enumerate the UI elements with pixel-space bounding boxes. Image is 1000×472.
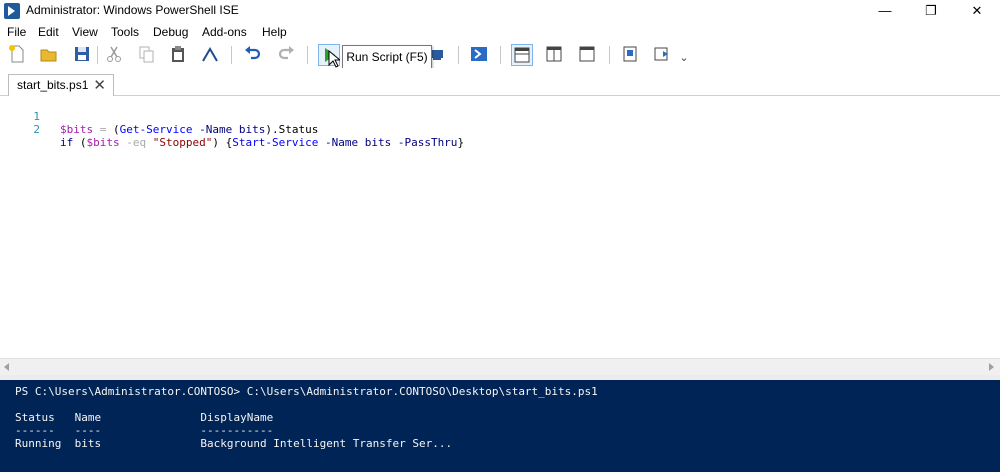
tab-label: start_bits.ps1 (17, 78, 89, 92)
paste-icon[interactable] (168, 44, 188, 64)
console-table-header: Status Name DisplayName (15, 411, 274, 424)
clear-console-icon[interactable] (200, 44, 220, 64)
show-script-pane-right-icon[interactable] (544, 44, 564, 64)
console-table-underline: ------ ---- ----------- (15, 424, 274, 437)
show-script-pane-max-icon[interactable] (577, 44, 597, 64)
toolbar: ⌄ (0, 42, 1000, 68)
toolbar-separator (609, 46, 610, 64)
code-token: ).Status (265, 123, 319, 136)
redo-icon[interactable] (276, 44, 296, 64)
title-bar: Administrator: Windows PowerShell ISE — … (0, 0, 1000, 22)
toolbar-separator (458, 46, 459, 64)
code-token: "Stopped" (152, 136, 213, 149)
code-token: -PassThru (397, 136, 458, 149)
toolbar-overflow-icon[interactable]: ⌄ (678, 44, 690, 64)
code-token: ) { (212, 136, 233, 149)
script-editor[interactable]: 1 $bits = (Get-Service -Name bits).Statu… (0, 96, 1000, 358)
tab-start-bits[interactable]: start_bits.ps1 ✕ (8, 74, 114, 96)
toolbar-separator (500, 46, 501, 64)
horizontal-scrollbar[interactable] (0, 358, 1000, 376)
menu-file[interactable]: File (7, 25, 26, 39)
close-window-button[interactable]: ✕ (954, 0, 1000, 22)
console-pane[interactable]: PS C:\Users\Administrator.CONTOSO> C:\Us… (0, 380, 1000, 472)
cut-icon[interactable] (104, 44, 124, 64)
show-command-window-icon[interactable] (620, 44, 640, 64)
show-script-pane-top-icon[interactable] (511, 44, 533, 66)
show-command-addon-icon[interactable] (652, 44, 672, 64)
code-text: $bits = (Get-Service -Name bits).Status (60, 123, 318, 136)
close-tab-icon[interactable]: ✕ (93, 76, 106, 94)
code-token: Start-Service (232, 136, 319, 149)
tab-strip: start_bits.ps1 ✕ (0, 68, 1000, 96)
new-script-icon[interactable] (7, 44, 27, 64)
start-powershell-icon[interactable] (469, 44, 489, 64)
code-token: = (93, 123, 113, 136)
menu-add-ons[interactable]: Add-ons (202, 25, 247, 39)
toolbar-separator (97, 46, 98, 64)
menu-debug[interactable]: Debug (153, 25, 188, 39)
code-token: bits (364, 136, 392, 149)
copy-icon[interactable] (136, 44, 156, 64)
code-line: 2 if ($bits -eq "Stopped") {Start-Servic… (0, 110, 464, 149)
code-text: if ($bits -eq "Stopped") {Start-Service … (60, 136, 464, 149)
powershell-icon (4, 3, 20, 19)
code-line: 1 $bits = (Get-Service -Name bits).Statu… (0, 97, 318, 136)
minimize-button[interactable]: — (862, 0, 908, 22)
code-token: if (60, 136, 74, 149)
code-token: ( (113, 123, 120, 136)
toolbar-separator (231, 46, 232, 64)
code-token: -Name (199, 123, 233, 136)
undo-icon[interactable] (243, 44, 263, 64)
menu-edit[interactable]: Edit (38, 25, 59, 39)
code-token: -Name (324, 136, 359, 149)
code-token: $bits (60, 123, 94, 136)
run-script-tooltip: Run Script (F5) (342, 45, 432, 69)
menu-view[interactable]: View (72, 25, 98, 39)
code-token: -eq (126, 136, 147, 149)
menu-help[interactable]: Help (262, 25, 287, 39)
scroll-left-icon[interactable] (4, 363, 9, 371)
scroll-right-icon[interactable] (989, 363, 994, 371)
code-token: ( (73, 136, 87, 149)
line-number: 2 (33, 123, 40, 136)
restore-button[interactable]: ❐ (908, 0, 954, 22)
save-icon[interactable] (72, 44, 92, 64)
code-token: } (457, 136, 465, 149)
console-prompt-line: PS C:\Users\Administrator.CONTOSO> C:\Us… (15, 385, 598, 398)
window-title: Administrator: Windows PowerShell ISE (26, 3, 239, 17)
menu-tools[interactable]: Tools (111, 25, 139, 39)
open-folder-icon[interactable] (39, 44, 59, 64)
code-token: bits (238, 123, 266, 136)
menu-bar: File Edit View Tools Debug Add-ons Help (0, 22, 1000, 42)
toolbar-separator (307, 46, 308, 64)
mouse-cursor-icon (328, 50, 340, 68)
code-token: $bits (86, 136, 120, 149)
code-token: Get-Service (119, 123, 193, 136)
console-table-row: Running bits Background Intelligent Tran… (15, 437, 453, 450)
